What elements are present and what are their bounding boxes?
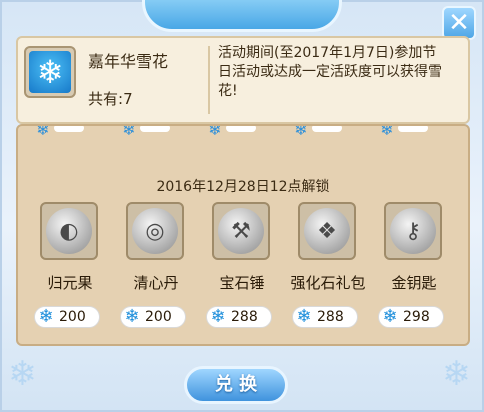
snowflake-icon: ❄: [122, 124, 136, 139]
key-icon: ⚷: [390, 208, 436, 254]
snowflake-info-panel: ❄ 嘉年华雪花 共有:7 活动期间(至2017年1月7日)参加节日活动或达成一定…: [16, 36, 470, 124]
snowflake-icon: ❄: [210, 306, 226, 327]
snowflake-icon: ❄: [38, 306, 54, 327]
item-name: 归元果: [47, 274, 93, 292]
item-icon-frame[interactable]: ⚷: [384, 202, 442, 260]
info-divider: [208, 46, 210, 114]
price-pill: [312, 126, 342, 132]
snowflake-item-name: 嘉年华雪花: [88, 52, 169, 71]
hammer-icon: ⚒: [218, 208, 264, 254]
item-price: ❄ 288: [206, 306, 272, 328]
snowflake-count: 共有:7: [88, 88, 133, 109]
count-value: 7: [123, 90, 133, 108]
price-pill: [226, 126, 256, 132]
snowflake-icon: ❄: [294, 124, 308, 139]
fruit-icon: ◐: [46, 208, 92, 254]
item-price-value: 298: [403, 309, 430, 325]
item-price-value: 288: [317, 309, 344, 325]
snowflake-item-frame: ❄: [24, 46, 76, 98]
item-price: ❄ 298: [378, 306, 444, 328]
pill-icon: ◎: [132, 208, 178, 254]
exchange-items: ◐ 归元果 ❄ 200 ◎ 清心丹 ❄ 200 ⚒ 宝石锤 ❄ 288 ❖ 强化…: [30, 202, 460, 342]
item-price-value: 200: [145, 309, 172, 325]
item-price: ❄ 200: [120, 306, 186, 328]
snowflake-icon: ❄: [36, 124, 50, 139]
item-price: ❄ 200: [34, 306, 100, 328]
snowflake-icon: ❄: [296, 306, 312, 327]
exchange-button[interactable]: 兑 换: [184, 366, 288, 404]
snowflake-icon: ❄: [29, 51, 71, 93]
item-icon-frame[interactable]: ◐: [40, 202, 98, 260]
snowflake-icon: ❄: [380, 124, 394, 139]
item-price: ❄ 288: [292, 306, 358, 328]
unlock-time-text: 2016年12月28日12点解锁: [156, 179, 330, 195]
exchange-dialog: ✕ ❄ 嘉年华雪花 共有:7 活动期间(至2017年1月7日)参加节日活动或达成…: [0, 0, 484, 412]
exchange-item[interactable]: ◎ 清心丹 ❄ 200: [116, 202, 196, 342]
dialog-title-banner: [142, 0, 342, 32]
exchange-item[interactable]: ❖ 强化石礼包 ❄ 288: [288, 202, 368, 342]
snowflake-icon: ❄: [124, 306, 140, 327]
price-pill: [54, 126, 84, 132]
snowflake-icon: ❄: [208, 124, 222, 139]
item-name: 强化石礼包: [290, 274, 366, 292]
price-pill: [398, 126, 428, 132]
exchange-item[interactable]: ◐ 归元果 ❄ 200: [30, 202, 110, 342]
item-price-value: 288: [231, 309, 258, 325]
item-price-value: 200: [59, 309, 86, 325]
item-name: 宝石锤: [219, 274, 265, 292]
item-icon-frame[interactable]: ⚒: [212, 202, 270, 260]
count-label: 共有:: [88, 90, 124, 108]
price-pill: [140, 126, 170, 132]
exchange-item[interactable]: ⚷ 金钥匙 ❄ 298: [374, 202, 454, 342]
item-icon-frame[interactable]: ❖: [298, 202, 356, 260]
snowflake-icon: ❄: [382, 306, 398, 327]
item-name: 金钥匙: [391, 274, 437, 292]
item-name: 清心丹: [133, 274, 179, 292]
activity-description: 活动期间(至2017年1月7日)参加节日活动或达成一定活跃度可以获得雪花!: [218, 45, 442, 99]
exchange-list-panel[interactable]: ❄ ❄ ❄ ❄ ❄ 2016年12月28日12点解锁 ◐ 归元果 ❄ 200 ◎…: [16, 124, 470, 346]
close-button[interactable]: ✕: [442, 6, 476, 40]
snowflake-decoration-icon: ❄: [442, 354, 471, 394]
snowflake-decoration-icon: ❄: [8, 354, 37, 394]
close-icon: ✕: [448, 8, 470, 38]
item-icon-frame[interactable]: ◎: [126, 202, 184, 260]
partial-row-above: ❄ ❄ ❄ ❄ ❄: [18, 124, 468, 139]
exchange-item[interactable]: ⚒ 宝石锤 ❄ 288: [202, 202, 282, 342]
giftbag-icon: ❖: [304, 208, 350, 254]
